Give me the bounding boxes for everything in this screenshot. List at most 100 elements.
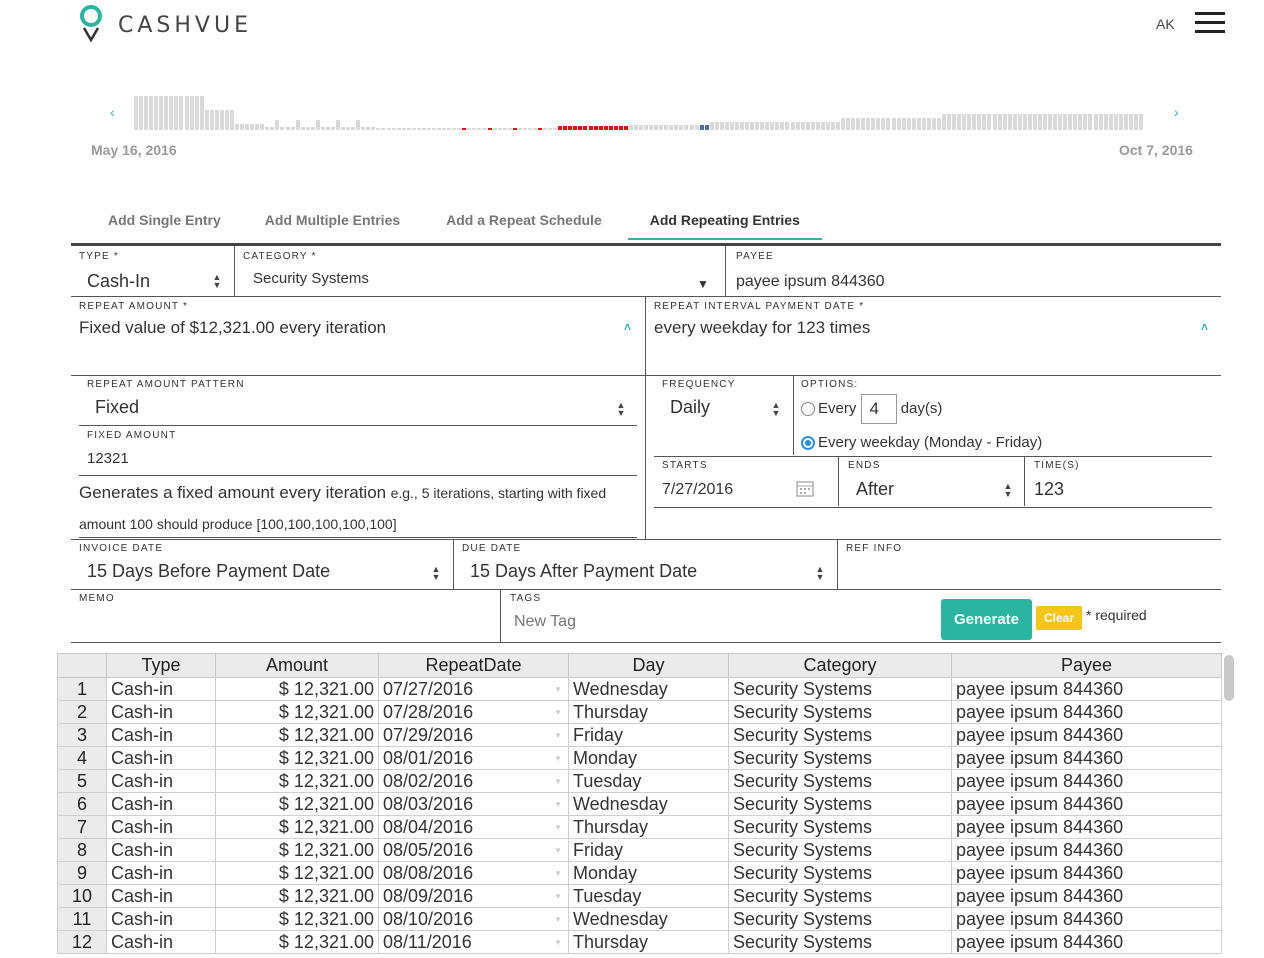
tags-input[interactable] xyxy=(514,613,814,631)
date-dropdown-icon[interactable]: ▼ xyxy=(554,708,562,717)
repeat-date-cell[interactable]: 08/02/2016 ▼ xyxy=(378,769,569,793)
timeline-bar[interactable] xyxy=(886,118,891,130)
repeat-date-cell[interactable]: 07/28/2016 ▼ xyxy=(378,700,569,724)
day-cell[interactable]: Monday xyxy=(568,861,729,885)
timeline-bar[interactable] xyxy=(1037,114,1042,130)
date-dropdown-icon[interactable]: ▼ xyxy=(554,869,562,878)
fixed-amount-field[interactable]: FIXED AMOUNT 12321 xyxy=(87,430,637,475)
timeline-bar[interactable] xyxy=(709,122,714,130)
type-cell[interactable]: Cash-in xyxy=(106,907,216,931)
timeline-bar[interactable] xyxy=(841,118,845,130)
timeline-bar[interactable] xyxy=(603,126,608,130)
timeline-bar[interactable] xyxy=(755,122,760,130)
timeline-bar[interactable] xyxy=(1133,114,1138,130)
timeline-bar[interactable] xyxy=(921,118,926,130)
repeat-interval-field[interactable]: REPEAT INTERVAL PAYMENT DATE * every wee… xyxy=(654,301,1214,373)
timeline-bar[interactable] xyxy=(169,96,174,130)
repeat-date-cell[interactable]: 08/08/2016 ▼ xyxy=(378,861,569,885)
repeat-amount-field[interactable]: REPEAT AMOUNT * Fixed value of $12,321.0… xyxy=(79,301,639,373)
timeline-bar[interactable] xyxy=(1002,114,1007,130)
type-select[interactable]: TYPE * Cash-In ▲ ▼ xyxy=(79,251,229,299)
payee-cell[interactable]: payee ipsum 844360 xyxy=(951,838,1222,862)
day-cell[interactable]: Wednesday xyxy=(568,792,729,816)
timeline-bar[interactable] xyxy=(305,127,310,130)
timeline-bar[interactable] xyxy=(881,118,886,130)
column-header-type[interactable]: Type xyxy=(106,653,216,678)
timeline-bar[interactable] xyxy=(1053,114,1058,130)
timeline-bar[interactable] xyxy=(517,128,522,130)
timeline-bar[interactable] xyxy=(977,114,982,130)
timeline-bar[interactable] xyxy=(204,110,209,130)
timeline-bar[interactable] xyxy=(240,124,245,130)
calendar-icon[interactable] xyxy=(796,479,814,502)
frequency-select[interactable]: FREQUENCY Daily ▲ ▼ xyxy=(662,379,792,429)
timeline-bar[interactable] xyxy=(356,120,361,130)
repeat-date-cell[interactable]: 08/11/2016 ▼ xyxy=(378,930,569,954)
timeline-bar[interactable] xyxy=(381,128,386,130)
repeat-date-cell[interactable]: 08/03/2016 ▼ xyxy=(378,792,569,816)
timeline-bar[interactable] xyxy=(628,125,633,130)
timeline-bar[interactable] xyxy=(507,128,512,130)
amount-cell[interactable]: $ 12,321.00 xyxy=(215,723,379,747)
timeline-bar[interactable] xyxy=(952,114,957,130)
every-n-days-input[interactable]: 4 xyxy=(860,394,897,424)
timeline-bar[interactable] xyxy=(770,122,775,130)
timeline-bar[interactable] xyxy=(1098,114,1103,130)
column-header-category[interactable]: Category xyxy=(728,653,952,678)
timeline-bar[interactable] xyxy=(1048,114,1053,130)
date-dropdown-icon[interactable]: ▼ xyxy=(554,823,562,832)
timeline-bar[interactable] xyxy=(154,96,159,130)
category-cell[interactable]: Security Systems xyxy=(728,723,952,747)
table-row[interactable]: 12 Cash-in $ 12,321.00 08/11/2016 ▼ Thursday S… xyxy=(57,930,1222,954)
category-cell[interactable]: Security Systems xyxy=(728,815,952,839)
payee-cell[interactable]: payee ipsum 844360 xyxy=(951,700,1222,724)
date-dropdown-icon[interactable]: ▼ xyxy=(554,938,562,947)
amount-cell[interactable]: $ 12,321.00 xyxy=(215,930,379,954)
timeline-bar[interactable] xyxy=(760,122,765,130)
payee-cell[interactable]: payee ipsum 844360 xyxy=(951,677,1222,701)
timeline-bar[interactable] xyxy=(987,114,992,130)
timeline-bar[interactable] xyxy=(235,124,239,130)
due-date-select[interactable]: DUE DATE 15 Days After Payment Date ▲ ▼ xyxy=(462,543,834,588)
timeline-bar[interactable] xyxy=(1032,114,1037,130)
timeline-bar[interactable] xyxy=(1012,114,1017,130)
day-cell[interactable]: Thursday xyxy=(568,815,729,839)
timeline-bar[interactable] xyxy=(729,122,734,130)
timeline-bar[interactable] xyxy=(482,128,487,130)
timeline-bar[interactable] xyxy=(856,118,861,130)
timeline-bar[interactable] xyxy=(260,124,265,130)
payee-cell[interactable]: payee ipsum 844360 xyxy=(951,723,1222,747)
chevron-left-icon[interactable]: ‹ xyxy=(110,104,115,120)
day-cell[interactable]: Friday xyxy=(568,838,729,862)
timeline-bar[interactable] xyxy=(846,118,851,130)
timeline-bar[interactable] xyxy=(644,125,649,130)
category-cell[interactable]: Security Systems xyxy=(728,792,952,816)
timeline-bar[interactable] xyxy=(330,127,335,130)
amount-cell[interactable]: $ 12,321.00 xyxy=(215,746,379,770)
timeline-bar[interactable] xyxy=(310,127,315,130)
timeline-bar[interactable] xyxy=(214,110,219,130)
day-cell[interactable]: Tuesday xyxy=(568,769,729,793)
table-row[interactable]: 7 Cash-in $ 12,321.00 08/04/2016 ▼ Thursday Se… xyxy=(57,815,1222,839)
timeline-bar[interactable] xyxy=(911,118,916,130)
timeline-bar[interactable] xyxy=(487,128,492,130)
amount-cell[interactable]: $ 12,321.00 xyxy=(215,907,379,931)
timeline-bar[interactable] xyxy=(936,118,941,130)
timeline-bar[interactable] xyxy=(719,122,724,130)
timeline-bar[interactable] xyxy=(548,128,553,130)
chevron-double-up-icon[interactable]: ˄ xyxy=(1201,320,1208,334)
timeline-bar[interactable] xyxy=(876,118,881,130)
ref-info-field[interactable]: REF INFO xyxy=(846,543,1216,588)
clear-button[interactable]: Clear xyxy=(1036,606,1082,630)
category-cell[interactable]: Security Systems xyxy=(728,861,952,885)
repeat-date-cell[interactable]: 07/27/2016 ▼ xyxy=(378,677,569,701)
timeline-bar[interactable] xyxy=(563,126,568,130)
timeline-bar[interactable] xyxy=(361,127,366,130)
timeline-bar[interactable] xyxy=(659,125,664,130)
timeline-bar[interactable] xyxy=(396,128,401,130)
tab-add-repeat-schedule[interactable]: Add a Repeat Schedule xyxy=(422,206,624,240)
timeline-bar[interactable] xyxy=(765,122,770,130)
timeline-bar[interactable] xyxy=(598,126,603,130)
payee-cell[interactable]: payee ipsum 844360 xyxy=(951,907,1222,931)
timeline-bar[interactable] xyxy=(442,128,447,130)
